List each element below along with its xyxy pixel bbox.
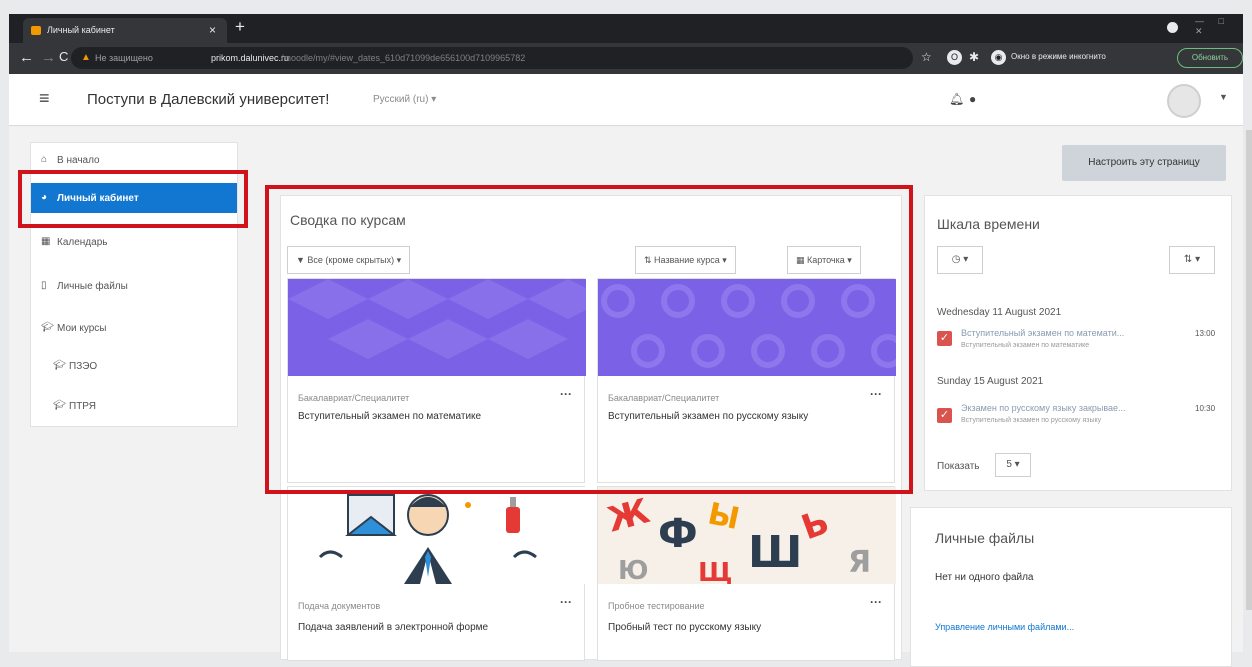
graduation-cap-icon: 🎓︎ xyxy=(41,322,54,333)
new-tab-button[interactable]: + xyxy=(235,17,245,37)
customize-page-button[interactable]: Настроить эту страницу xyxy=(1062,145,1226,181)
timeline-filter-dropdown[interactable]: ◷ ▾ xyxy=(937,246,983,274)
window-controls[interactable]: — □ ✕ xyxy=(1195,16,1243,37)
timeline-date: Wednesday 11 August 2021 xyxy=(937,307,1062,318)
highlight-frame-sidebar xyxy=(18,170,248,228)
forward-icon[interactable]: → xyxy=(41,49,56,66)
update-browser-button[interactable]: Обновить xyxy=(1177,48,1243,68)
chevron-down-icon[interactable]: ▼ xyxy=(1219,92,1228,102)
home-icon: ⌂ xyxy=(41,154,48,165)
manage-files-link[interactable]: Управление личными файлами... xyxy=(935,622,1074,632)
assignment-icon: ✓ xyxy=(937,408,952,423)
svg-text:Щ: Щ xyxy=(698,558,732,584)
bookmark-star-icon[interactable]: ☆ xyxy=(921,50,932,64)
extensions-puzzle-icon[interactable]: ✱ xyxy=(969,50,979,64)
sidebar-item-course-pzeo[interactable]: 🎓︎ ПЗЭО xyxy=(43,351,249,381)
show-label: Показать xyxy=(937,461,980,472)
moodle-favicon-icon xyxy=(31,26,41,35)
timeline-date: Sunday 15 August 2021 xyxy=(937,376,1044,387)
user-avatar[interactable] xyxy=(1167,84,1201,118)
timeline-event-course: Вступительный экзамен по математике xyxy=(961,342,1090,349)
course-category: Пробное тестирование xyxy=(608,601,705,611)
sidebar-item-label: Календарь xyxy=(57,237,108,248)
timeline-event-course: Вступительный экзамен по русскому языку xyxy=(961,417,1102,424)
sidebar-item-label: Мои курсы xyxy=(57,323,107,334)
language-menu[interactable]: Русский (ru) ▾ xyxy=(373,94,436,105)
graduation-cap-icon: 🎓︎ xyxy=(53,400,66,411)
sidebar-item-course-ptrya[interactable]: 🎓︎ ПТРЯ xyxy=(43,391,249,421)
course-banner-image xyxy=(288,487,586,584)
messages-icon[interactable]: ● xyxy=(969,92,976,106)
browser-tab[interactable]: Личный кабинет × xyxy=(23,18,227,43)
private-files-block: Личные файлы Нет ни одного файла Управле… xyxy=(910,507,1232,667)
course-card[interactable]: Подача документов ··· Подача заявлений в… xyxy=(287,486,586,661)
more-options-icon[interactable]: ··· xyxy=(560,595,572,609)
sidebar-item-calendar[interactable]: ▦ Календарь xyxy=(31,227,237,257)
timeline-block: Шкала времени ◷ ▾ ⇅ ▾ Wednesday 11 Augus… xyxy=(924,195,1232,491)
back-icon[interactable]: ← xyxy=(19,49,34,66)
block-title: Личные файлы xyxy=(935,530,1035,546)
graduation-cap-icon: 🎓︎ xyxy=(53,360,66,371)
timeline-event-link[interactable]: Вступительный экзамен по математи... xyxy=(961,328,1124,338)
file-icon: ▯ xyxy=(41,280,47,291)
timeline-sort-dropdown[interactable]: ⇅ ▾ xyxy=(1169,246,1215,274)
browser-address-bar: ← → C ▲ Не защищено prikom.dalunivec.ru … xyxy=(9,43,1243,74)
timeline-event-time: 13:00 xyxy=(1195,329,1216,338)
incognito-label: Окно в режиме инкогнито xyxy=(1011,52,1106,61)
notification-bell-icon[interactable]: 🔔︎ xyxy=(949,92,964,106)
timeline-event-time: 10:30 xyxy=(1195,404,1216,413)
block-title: Шкала времени xyxy=(937,216,1040,232)
url-host: prikom.dalunivec.ru xyxy=(211,53,290,63)
extension-icon[interactable]: O xyxy=(947,50,962,65)
more-options-icon[interactable]: ··· xyxy=(870,595,882,609)
assignment-icon: ✓ xyxy=(937,331,952,346)
course-banner-image: Ж Ф Ы Ш Ь Я Ю Щ xyxy=(598,487,896,584)
course-category: Подача документов xyxy=(298,601,381,611)
page-scrollbar[interactable] xyxy=(1246,130,1252,610)
empty-files-text: Нет ни одного файла xyxy=(935,572,1034,583)
svg-text:Ж: Ж xyxy=(603,491,654,541)
sidebar-item-my-courses[interactable]: 🎓︎ Мои курсы xyxy=(31,313,237,343)
svg-text:Ы: Ы xyxy=(705,496,743,537)
course-name[interactable]: Подача заявлений в электронной форме xyxy=(298,620,538,635)
site-navbar: ≡ Поступи в Далевский университет! Русск… xyxy=(9,74,1243,126)
svg-text:Ю: Ю xyxy=(618,556,649,584)
sort-icon: ⇅ ▾ xyxy=(1183,254,1201,265)
clock-icon: ◷ ▾ xyxy=(951,254,969,265)
tab-title: Личный кабинет xyxy=(47,25,115,35)
not-secure-icon: ▲ xyxy=(81,52,91,63)
browser-tab-bar: Личный кабинет × + — □ ✕ xyxy=(9,14,1243,43)
svg-text:Я: Я xyxy=(848,545,871,580)
course-card[interactable]: Ж Ф Ы Ш Ь Я Ю Щ Пробное тестирование ···… xyxy=(597,486,896,661)
highlight-frame-overview xyxy=(265,185,913,494)
timeline-event-link[interactable]: Экзамен по русскому языку закрывае... xyxy=(961,403,1126,413)
sidebar-item-label: В начало xyxy=(57,155,100,166)
browser-profile-icon[interactable] xyxy=(1167,22,1178,33)
calendar-icon: ▦ xyxy=(41,236,51,247)
svg-text:Ш: Ш xyxy=(748,527,802,578)
course-name[interactable]: Пробный тест по русскому языку xyxy=(608,620,848,635)
close-tab-icon[interactable]: × xyxy=(209,23,216,37)
not-secure-label: Не защищено xyxy=(95,53,153,63)
sidebar-item-private-files[interactable]: ▯ Личные файлы xyxy=(31,271,237,301)
site-name[interactable]: Поступи в Далевский университет! xyxy=(87,91,329,108)
reload-icon[interactable]: C xyxy=(59,49,68,64)
show-count-dropdown[interactable]: 5 ▾ xyxy=(995,453,1031,477)
incognito-icon[interactable]: ◉ xyxy=(991,50,1006,65)
url-input[interactable]: ▲ Не защищено prikom.dalunivec.ru /moodl… xyxy=(71,47,913,69)
sidebar-item-label: Личные файлы xyxy=(57,281,128,292)
svg-text:Ф: Ф xyxy=(658,511,698,557)
url-path: /moodle/my/#view_dates_610d71099de656100… xyxy=(281,53,526,63)
sidebar-item-label: ПЗЭО xyxy=(69,361,98,372)
sidebar-item-label: ПТРЯ xyxy=(69,401,96,412)
menu-hamburger-icon[interactable]: ≡ xyxy=(39,88,50,109)
